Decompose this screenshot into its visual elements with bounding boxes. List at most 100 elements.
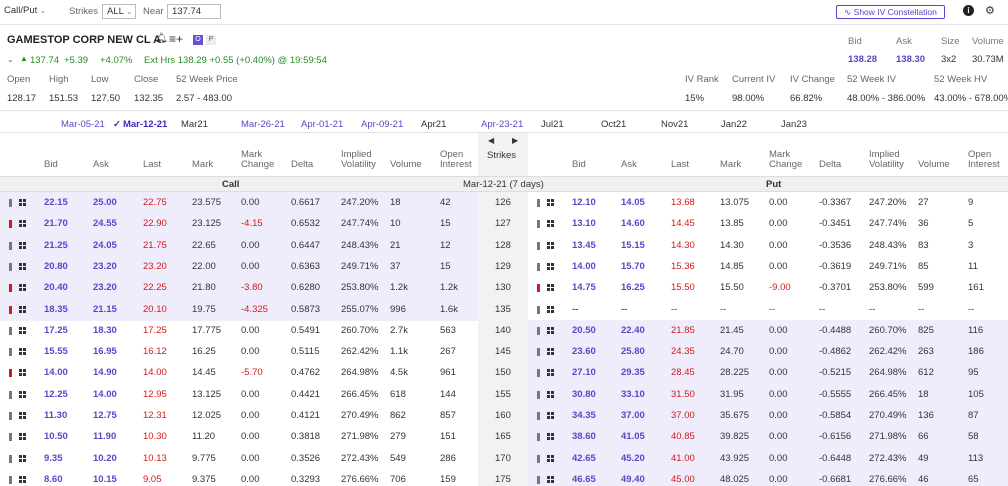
call-ask-cell[interactable]: 25.00 <box>93 192 117 214</box>
put-grid-icon[interactable] <box>547 199 554 206</box>
call-ask-cell[interactable]: 14.90 <box>93 362 117 384</box>
expiration-tab[interactable]: Jan22 <box>721 119 747 130</box>
call-bid-cell[interactable]: 15.55 <box>44 341 68 363</box>
call-ask-cell[interactable]: 11.90 <box>93 426 116 448</box>
expiration-tab[interactable]: ✓ Mar-12-21 <box>113 119 167 130</box>
put-bid-cell[interactable]: 20.50 <box>572 320 596 342</box>
chevron-right-icon[interactable]: ▶ <box>512 136 518 145</box>
call-bid-cell[interactable]: 9.35 <box>44 448 63 470</box>
call-grid-icon[interactable] <box>19 412 26 419</box>
add-to-list-icon[interactable]: ≡+ <box>169 32 183 46</box>
call-header-mark[interactable]: Mark <box>192 159 213 170</box>
chevron-left-icon[interactable]: ◀ <box>488 136 494 145</box>
call-grid-icon[interactable] <box>19 241 26 249</box>
put-grid-icon[interactable] <box>547 390 554 398</box>
put-bid-cell[interactable]: 14.00 <box>572 256 596 278</box>
put-ask-cell[interactable]: 14.60 <box>621 213 645 235</box>
put-ask-cell[interactable]: 15.15 <box>621 235 645 257</box>
put-ask-cell[interactable]: 25.80 <box>621 341 645 363</box>
expiration-tab[interactable]: Apr21 <box>421 119 446 130</box>
put-bid-cell[interactable]: 12.10 <box>572 192 596 214</box>
near-input[interactable]: 137.74 <box>167 4 221 19</box>
put-ask-cell[interactable]: 33.10 <box>621 384 645 406</box>
settings-icon[interactable]: ⚙ <box>985 4 995 17</box>
put-header-ask[interactable]: Ask <box>621 159 637 170</box>
call-header-bid[interactable]: Bid <box>44 159 58 170</box>
chevron-down-icon[interactable]: ⌄ <box>7 55 14 64</box>
put-header-last[interactable]: Last <box>671 159 689 170</box>
expiration-tab[interactable]: Oct21 <box>601 119 626 130</box>
put-grid-icon[interactable] <box>547 348 554 356</box>
put-grid-icon[interactable] <box>547 454 554 462</box>
put-header-volume[interactable]: Volume <box>918 159 950 170</box>
put-ask-cell[interactable]: 45.20 <box>621 448 645 470</box>
put-grid-icon[interactable] <box>547 241 554 249</box>
put-ask-cell[interactable]: 37.00 <box>621 405 645 427</box>
expiration-tab[interactable]: Mar21 <box>181 119 208 130</box>
put-grid-icon[interactable] <box>547 369 554 377</box>
call-bid-cell[interactable]: 10.50 <box>44 426 68 448</box>
call-grid-icon[interactable] <box>19 262 26 270</box>
put-header-bid[interactable]: Bid <box>572 159 586 170</box>
call-header-line2[interactable]: Change <box>241 159 274 170</box>
expiration-tab[interactable]: Mar-26-21 <box>241 119 285 130</box>
call-grid-icon[interactable] <box>19 305 26 313</box>
strikes-select[interactable]: ALL ⌄ <box>102 4 136 19</box>
call-bid-cell[interactable]: 20.40 <box>44 277 68 299</box>
expiration-tab[interactable]: Jan23 <box>781 119 807 130</box>
put-grid-icon[interactable] <box>547 433 554 441</box>
put-bid-cell[interactable]: 23.60 <box>572 341 596 363</box>
call-grid-icon[interactable] <box>19 390 26 398</box>
put-grid-icon[interactable] <box>547 284 554 292</box>
put-bid-cell[interactable]: 46.65 <box>572 469 596 486</box>
show-iv-constellation-button[interactable]: ∿ Show IV Constellation <box>836 5 945 19</box>
put-ask-cell[interactable]: 22.40 <box>621 320 645 342</box>
call-grid-icon[interactable] <box>19 433 26 441</box>
info-icon[interactable]: i <box>963 5 974 16</box>
call-header-last[interactable]: Last <box>143 159 161 170</box>
call-header-delta[interactable]: Delta <box>291 159 313 170</box>
call-ask-cell[interactable]: 23.20 <box>93 277 117 299</box>
put-header-mark[interactable]: Mark <box>720 159 741 170</box>
call-bid-cell[interactable]: 22.15 <box>44 192 68 214</box>
put-ask-cell[interactable]: 14.05 <box>621 192 645 214</box>
call-grid-icon[interactable] <box>19 326 26 334</box>
alert-bell-icon[interactable]: 🔔︎ <box>155 33 168 44</box>
call-ask-cell[interactable]: 16.95 <box>93 341 117 363</box>
put-ask-cell[interactable]: 15.70 <box>621 256 645 278</box>
call-grid-icon[interactable] <box>19 284 26 292</box>
call-header-line2[interactable]: Interest <box>440 159 472 170</box>
call-header-line2[interactable]: Volatility <box>341 159 376 170</box>
call-put-selector[interactable]: Call/Put ⌄ <box>4 4 46 19</box>
put-bid-cell[interactable]: 38.60 <box>572 426 596 448</box>
put-grid-icon[interactable] <box>547 326 554 334</box>
call-bid-cell[interactable]: 11.30 <box>44 405 67 427</box>
expiration-tab[interactable]: Apr-23-21 <box>481 119 523 130</box>
call-grid-icon[interactable] <box>19 348 26 356</box>
call-ask-cell[interactable]: 12.75 <box>93 405 117 427</box>
put-bid-cell[interactable]: 34.35 <box>572 405 596 427</box>
put-header-line2[interactable]: Change <box>769 159 802 170</box>
call-ask-cell[interactable]: 24.55 <box>93 213 117 235</box>
put-bid-cell[interactable]: 27.10 <box>572 362 596 384</box>
put-grid-icon[interactable] <box>547 412 554 419</box>
expiration-tab[interactable]: Apr-01-21 <box>301 119 343 130</box>
call-bid-cell[interactable]: 17.25 <box>44 320 68 342</box>
put-header-line2[interactable]: Interest <box>968 159 1000 170</box>
put-grid-icon[interactable] <box>547 305 554 313</box>
call-grid-icon[interactable] <box>19 220 26 228</box>
call-header-ask[interactable]: Ask <box>93 159 109 170</box>
call-grid-icon[interactable] <box>19 199 26 206</box>
call-bid-cell[interactable]: 21.25 <box>44 235 68 257</box>
call-bid-cell[interactable]: 12.25 <box>44 384 68 406</box>
put-header-delta[interactable]: Delta <box>819 159 841 170</box>
put-bid-cell[interactable]: 13.45 <box>572 235 596 257</box>
put-header-line2[interactable]: Volatility <box>869 159 904 170</box>
call-ask-cell[interactable]: 21.15 <box>93 299 117 321</box>
put-bid-cell[interactable]: 13.10 <box>572 213 596 235</box>
call-bid-cell[interactable]: 21.70 <box>44 213 68 235</box>
put-ask-cell[interactable]: 16.25 <box>621 277 645 299</box>
call-grid-icon[interactable] <box>19 454 26 462</box>
put-ask-cell[interactable]: 49.40 <box>621 469 645 486</box>
put-ask-cell[interactable]: 29.35 <box>621 362 645 384</box>
